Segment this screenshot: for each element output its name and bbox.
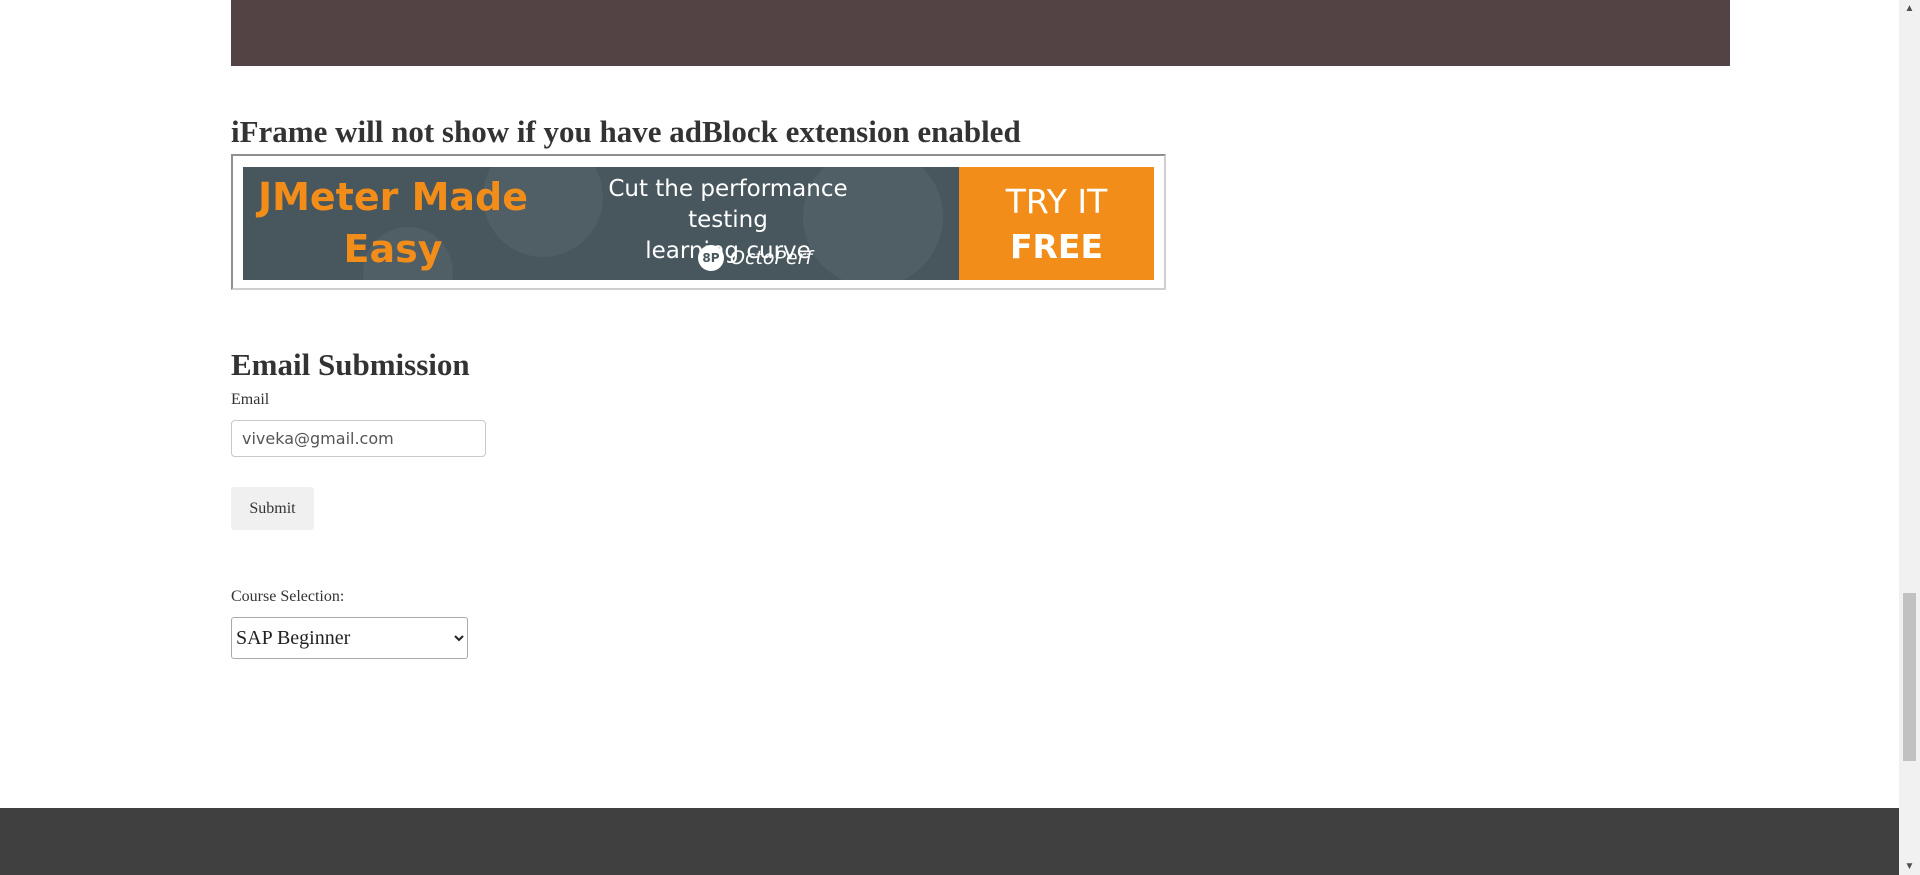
ad-cta-line1: TRY IT: [1005, 181, 1108, 221]
email-label: Email: [231, 391, 270, 408]
ad-title: JMeter Made Easy: [243, 171, 543, 275]
course-select[interactable]: SAP Beginner: [231, 617, 468, 659]
submit-button[interactable]: Submit: [231, 487, 314, 530]
ad-brand-name: OctoPerf: [730, 247, 813, 269]
ad-cta-button[interactable]: TRY IT FREE: [959, 167, 1154, 280]
ad-title-line1: JMeter Made: [257, 175, 529, 219]
ad-brand: 8P OctoPerf: [698, 245, 812, 271]
ad-cta-line2: FREE: [1009, 226, 1104, 266]
footer: [0, 808, 1899, 875]
octoperf-logo-icon: 8P: [698, 245, 724, 271]
ad-banner[interactable]: JMeter Made Easy Cut the performance tes…: [243, 167, 1154, 280]
email-field[interactable]: [231, 420, 486, 457]
course-selection-label: Course Selection:: [231, 588, 345, 605]
iframe-heading: iFrame will not show if you have adBlock…: [231, 114, 1021, 149]
email-submission-heading: Email Submission: [231, 347, 470, 382]
scroll-down-arrow-icon[interactable]: ▼: [1899, 858, 1920, 875]
ad-title-line2: Easy: [343, 227, 443, 271]
iframe-frame: JMeter Made Easy Cut the performance tes…: [231, 154, 1166, 290]
ad-content[interactable]: JMeter Made Easy Cut the performance tes…: [243, 167, 959, 280]
ad-tagline-line1: Cut the performance testing: [608, 176, 848, 233]
scrollbar-thumb[interactable]: [1903, 593, 1916, 761]
scroll-up-arrow-icon[interactable]: ▲: [1899, 0, 1920, 17]
top-banner: [231, 0, 1730, 66]
page-scrollbar[interactable]: ▲ ▼: [1899, 0, 1920, 875]
